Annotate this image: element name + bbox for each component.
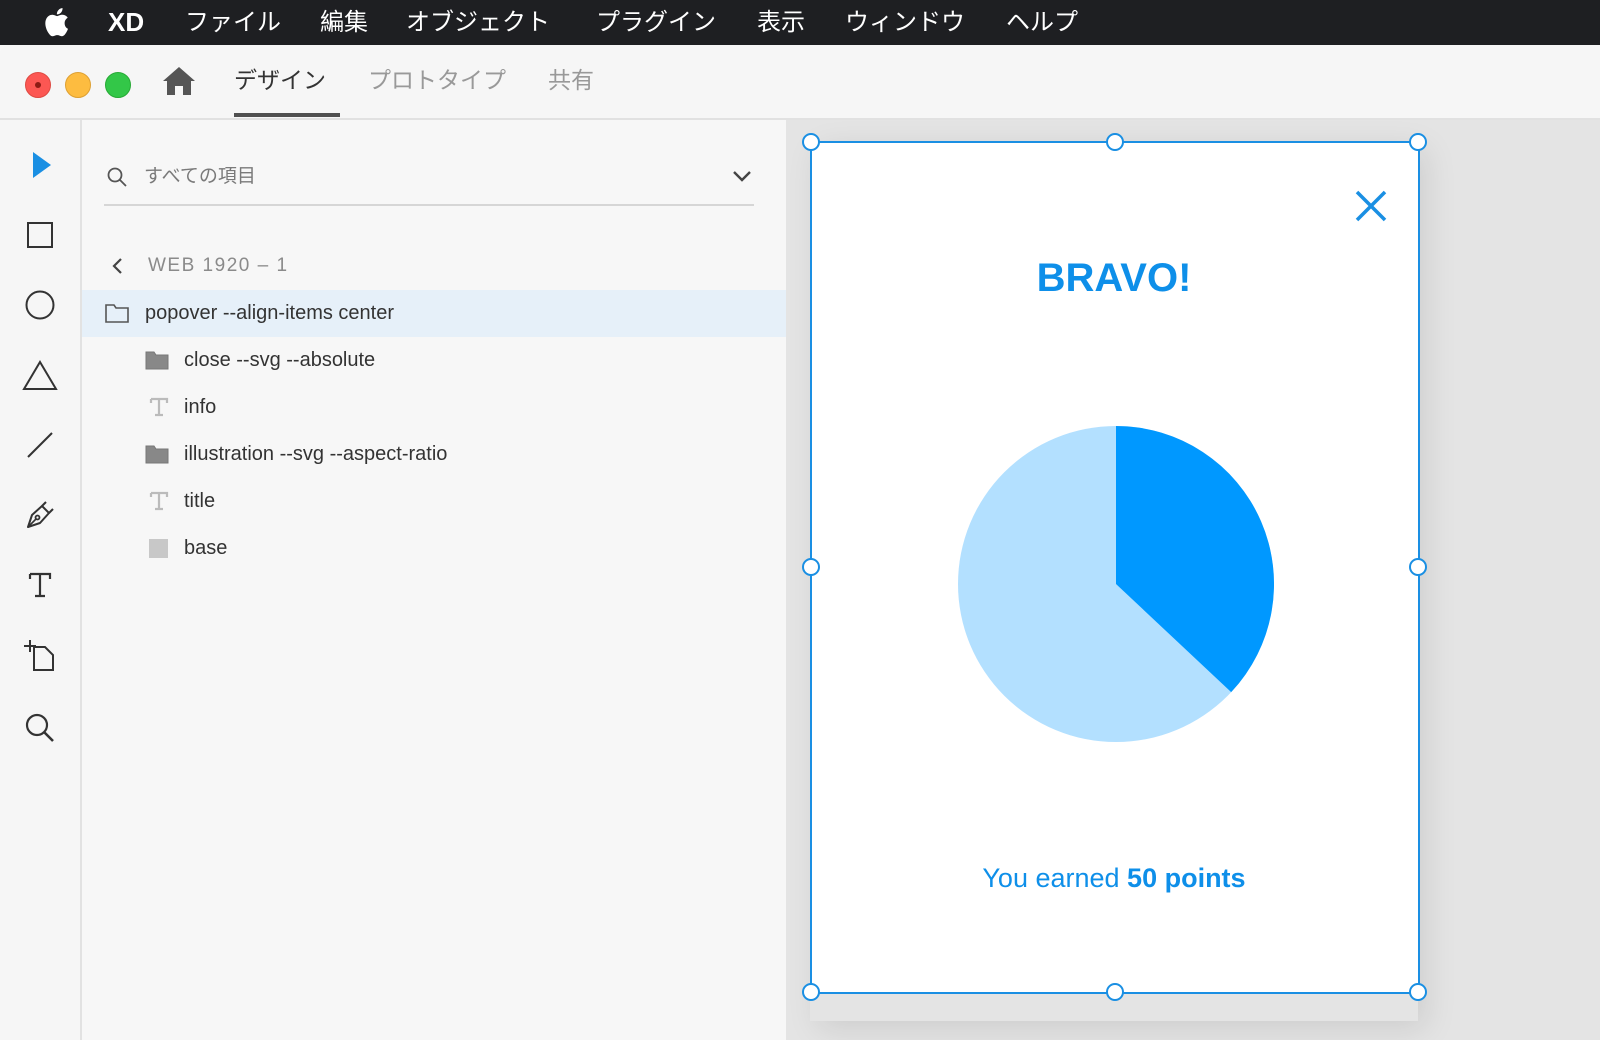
- artboard-icon: [24, 640, 54, 671]
- breadcrumb-artboard-name[interactable]: WEB 1920 – 1: [148, 248, 289, 284]
- polygon-tool[interactable]: [22, 357, 58, 393]
- line-icon: [27, 432, 53, 458]
- resize-handle-top-left[interactable]: [802, 133, 820, 151]
- zoom-icon: [25, 713, 54, 742]
- triangle-icon: [22, 360, 58, 390]
- layers-panel: WEB 1920 – 1 popover --align-items cente…: [82, 120, 786, 1040]
- text-tool-icon: [28, 572, 52, 598]
- resize-handle-top[interactable]: [1106, 133, 1124, 151]
- chevron-down-icon[interactable]: [730, 164, 754, 188]
- select-tool[interactable]: [22, 147, 58, 183]
- layer-label: illustration --svg --aspect-ratio: [184, 443, 448, 465]
- resize-handle-right[interactable]: [1409, 558, 1427, 576]
- layer-label: popover --align-items center: [145, 302, 394, 324]
- title-bar: デザイン プロトタイプ 共有: [0, 45, 1600, 120]
- menu-object[interactable]: オブジェクト: [406, 0, 550, 45]
- layer-label: close --svg --absolute: [184, 349, 376, 371]
- layer-row-popover[interactable]: popover --align-items center: [82, 290, 786, 337]
- menu-view[interactable]: 表示: [757, 0, 805, 45]
- ellipse-icon: [25, 290, 55, 320]
- resize-handle-bottom-left[interactable]: [802, 983, 820, 1001]
- rectangle-tool[interactable]: [22, 217, 58, 253]
- layer-row-illustration[interactable]: illustration --svg --aspect-ratio: [82, 431, 786, 478]
- rectangle-layer-icon: [149, 539, 168, 558]
- menu-plugins[interactable]: プラグイン: [596, 0, 716, 45]
- chevron-left-icon[interactable]: [108, 256, 126, 276]
- menu-help[interactable]: ヘルプ: [1006, 0, 1078, 45]
- resize-handle-bottom-right[interactable]: [1409, 983, 1427, 1001]
- rectangle-icon: [27, 222, 53, 248]
- folder-icon: [145, 351, 169, 370]
- canvas[interactable]: BRAVO! You earned 50 points: [786, 120, 1600, 1040]
- selection-border: [810, 141, 1420, 994]
- resize-handle-bottom[interactable]: [1106, 983, 1124, 1001]
- layer-search: [104, 158, 754, 206]
- folder-icon: [145, 445, 169, 464]
- line-tool[interactable]: [22, 427, 58, 463]
- menu-app-name[interactable]: XD: [108, 0, 144, 45]
- select-arrow-icon: [33, 152, 51, 178]
- menu-window[interactable]: ウィンドウ: [845, 0, 965, 45]
- menu-edit[interactable]: 編集: [320, 0, 368, 45]
- window-minimize-button[interactable]: [65, 72, 91, 98]
- ellipse-tool[interactable]: [22, 287, 58, 323]
- layer-row-close[interactable]: close --svg --absolute: [82, 337, 786, 384]
- home-icon[interactable]: [162, 65, 196, 97]
- folder-outline-icon: [105, 304, 129, 323]
- tab-design[interactable]: デザイン: [234, 45, 326, 118]
- search-input[interactable]: [144, 160, 704, 192]
- layer-row-base[interactable]: base: [82, 525, 786, 572]
- layer-label: title: [184, 490, 216, 512]
- text-tool[interactable]: [22, 567, 58, 603]
- layer-row-info[interactable]: info: [82, 384, 786, 431]
- window-close-button[interactable]: [25, 72, 51, 98]
- tab-share[interactable]: 共有: [548, 45, 594, 118]
- menu-bar: XD ファイル 編集 オブジェクト プラグイン 表示 ウィンドウ ヘルプ: [0, 0, 1600, 45]
- layer-label: info: [184, 396, 217, 418]
- apple-icon[interactable]: [40, 6, 70, 38]
- tools-toolbar: [0, 120, 82, 1040]
- text-layer-icon: [149, 491, 169, 511]
- tab-prototype[interactable]: プロトタイプ: [368, 45, 506, 118]
- menu-file[interactable]: ファイル: [185, 0, 281, 45]
- window-zoom-button[interactable]: [105, 72, 131, 98]
- zoom-tool[interactable]: [22, 710, 58, 746]
- artboard-tool[interactable]: [22, 637, 58, 673]
- layer-label: base: [184, 537, 228, 559]
- resize-handle-top-right[interactable]: [1409, 133, 1427, 151]
- active-tab-indicator: [234, 113, 340, 117]
- text-layer-icon: [149, 397, 169, 417]
- pen-icon: [27, 501, 54, 528]
- layer-row-title[interactable]: title: [82, 478, 786, 525]
- pen-tool[interactable]: [22, 497, 58, 533]
- search-icon: [107, 167, 127, 187]
- resize-handle-left[interactable]: [802, 558, 820, 576]
